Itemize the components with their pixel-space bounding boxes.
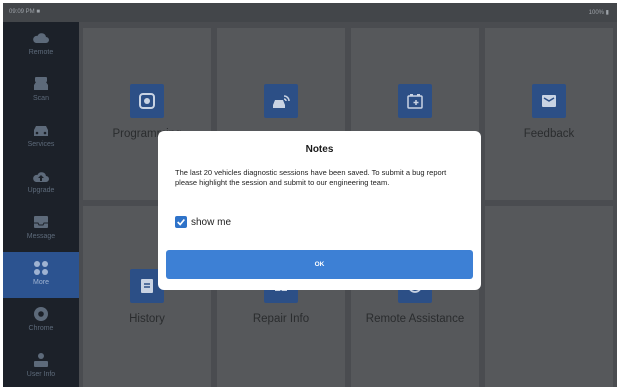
- car-wifi-icon: [264, 84, 298, 118]
- grid-icon: [32, 260, 50, 276]
- sidebar: Remote Scan Services Upgrade Message Mor…: [3, 22, 79, 387]
- tile-battery[interactable]: [351, 84, 479, 128]
- status-time: 09:09 PM ■: [9, 9, 40, 15]
- dialog-title: Notes: [305, 144, 334, 155]
- tile-label: Repair Info: [252, 313, 310, 325]
- status-battery: 100% ▮: [588, 10, 609, 16]
- show-me-checkbox[interactable]: show me: [175, 215, 231, 229]
- sidebar-item-label: Scan: [33, 95, 49, 102]
- battery-icon: [398, 84, 432, 118]
- program-icon: [130, 84, 164, 118]
- car-service-icon: [32, 122, 50, 138]
- sidebar-item-label: Services: [27, 141, 55, 148]
- sidebar-item-label: Message: [26, 233, 56, 240]
- status-bar: 09:09 PM ■ 100% ▮: [3, 3, 617, 22]
- tile-label: Feedback: [523, 128, 575, 140]
- dialog-message: The last 20 vehicles diagnostic sessions…: [175, 168, 447, 187]
- feedback-icon: [532, 84, 566, 118]
- sidebar-item-label: User Info: [26, 371, 56, 378]
- cloud-icon: [32, 30, 50, 46]
- tile-label: Remote Assistance: [365, 313, 465, 325]
- cloud-upload-icon: [32, 168, 50, 184]
- sidebar-item-services[interactable]: Services: [3, 114, 79, 160]
- checkbox-label: show me: [191, 216, 232, 228]
- user-info-icon: [32, 352, 50, 368]
- sidebar-item-remote[interactable]: Remote: [3, 22, 79, 68]
- chrome-icon: [32, 306, 50, 322]
- ok-button[interactable]: OK: [166, 250, 473, 279]
- checkmark-icon[interactable]: [175, 216, 187, 228]
- tile-label: History: [129, 313, 165, 325]
- sidebar-item-chrome[interactable]: Chrome: [3, 298, 79, 344]
- tile-feedback[interactable]: Feedback: [485, 84, 613, 140]
- sidebar-item-scan[interactable]: Scan: [3, 68, 79, 114]
- car-scan-icon: [32, 76, 50, 92]
- notes-dialog: Notes The last 20 vehicles diagnostic se…: [158, 131, 481, 290]
- tile-vehicle-connect[interactable]: [217, 84, 345, 128]
- sidebar-item-label: Upgrade: [27, 187, 55, 194]
- sidebar-item-label: Remote: [28, 49, 54, 56]
- sidebar-item-label: Chrome: [28, 325, 54, 332]
- sidebar-item-upgrade[interactable]: Upgrade: [3, 160, 79, 206]
- sidebar-item-label: More: [33, 279, 49, 286]
- sidebar-item-more[interactable]: More: [3, 252, 79, 298]
- app-window: 09:09 PM ■ 100% ▮ Remote Scan Services U…: [3, 3, 617, 387]
- sidebar-item-user-info[interactable]: User Info: [3, 344, 79, 387]
- message-icon: [32, 214, 50, 230]
- grid-cell: [485, 206, 613, 387]
- sidebar-item-message[interactable]: Message: [3, 206, 79, 252]
